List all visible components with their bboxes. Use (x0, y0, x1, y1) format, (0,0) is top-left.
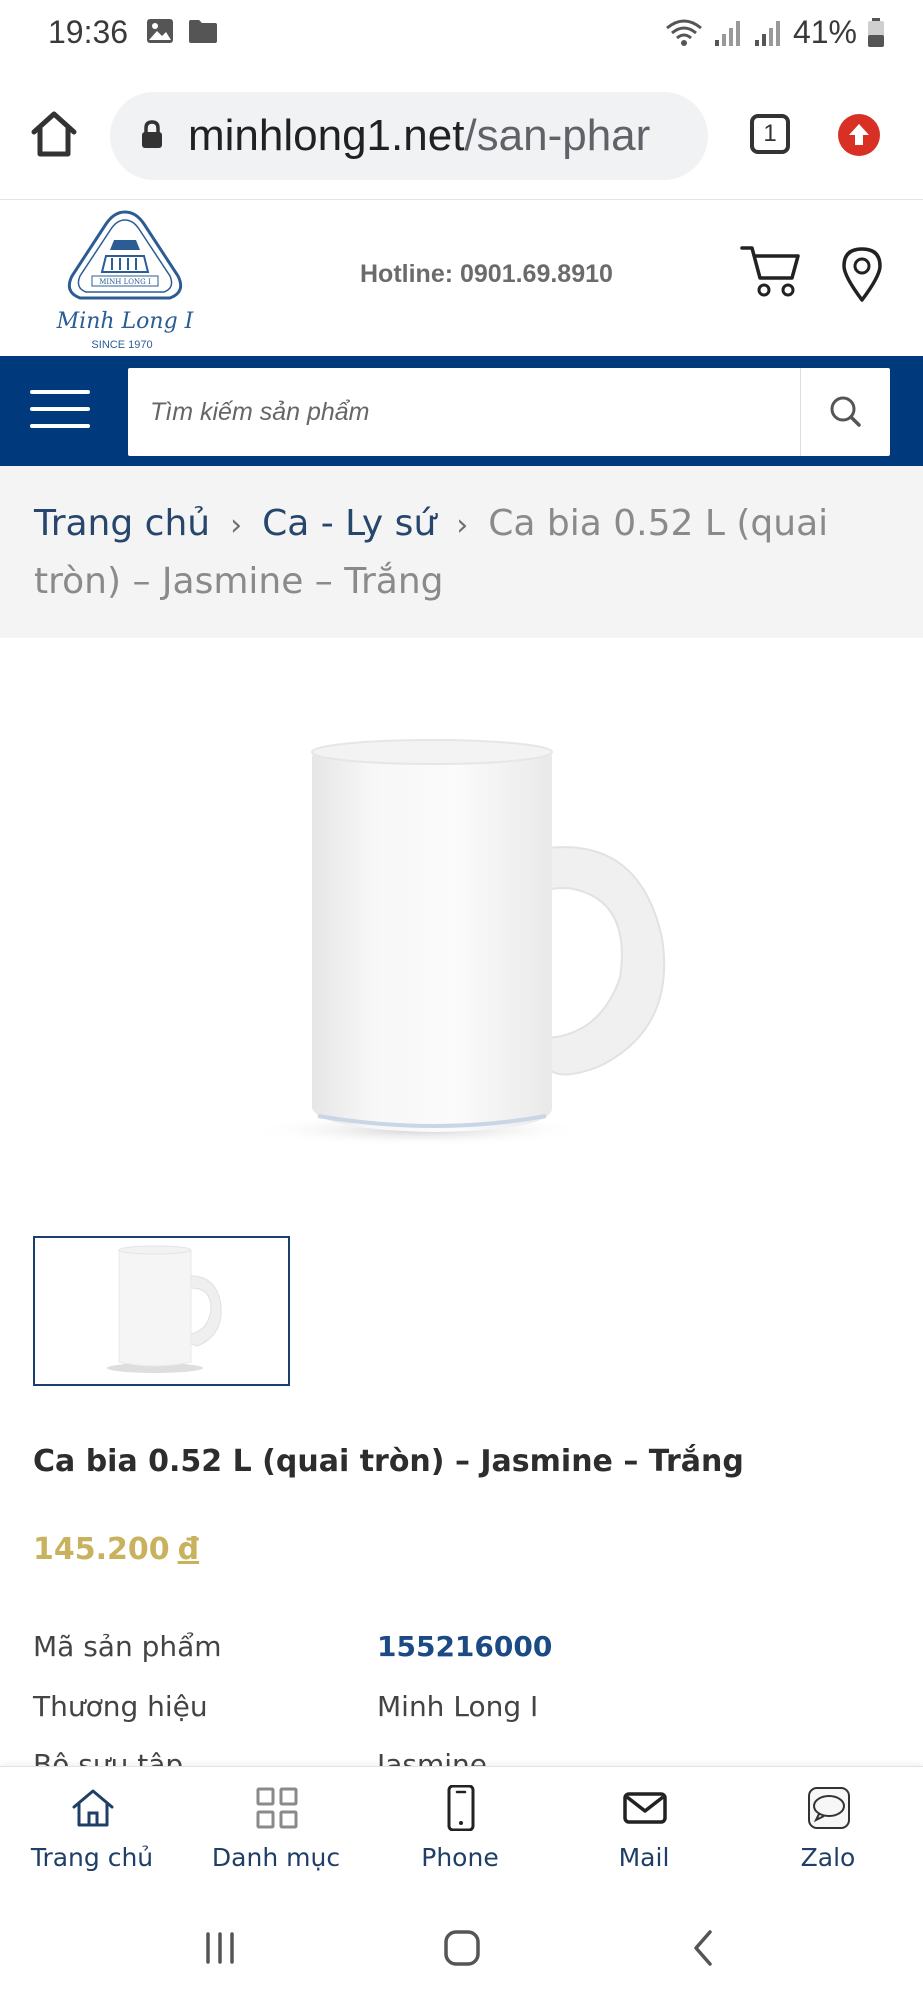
spec-row-sku: Mã sản phẩm 155216000 (33, 1630, 893, 1690)
hamburger-menu-button[interactable] (30, 390, 90, 432)
battery-icon (868, 17, 884, 47)
minh-long-logo[interactable]: MINH LONG I Minh Long I SINCE 1970 (40, 206, 210, 352)
back-icon[interactable] (684, 1928, 724, 1968)
chevron-right-icon: › (230, 508, 243, 543)
menu-line (30, 390, 90, 394)
signal-icon (714, 20, 740, 46)
status-system-icons: 41% (665, 14, 885, 51)
menu-line (30, 424, 90, 428)
arrow-up-icon (849, 124, 869, 145)
recent-apps-icon[interactable] (200, 1928, 240, 1968)
zalo-icon (808, 1787, 850, 1829)
home-icon (72, 1789, 114, 1827)
address-bar[interactable]: minhlong1.net/san-phar (110, 92, 708, 180)
nav-mail-label: Mail (618, 1843, 670, 1872)
spec-label: Thương hiệu (33, 1690, 208, 1723)
nav-phone[interactable]: Phone (368, 1767, 552, 1895)
status-notification-icons (146, 18, 218, 44)
location-pin-icon[interactable] (840, 246, 884, 302)
logo-script: Minh Long I (56, 309, 195, 334)
logo-text: MINH LONG I (99, 278, 151, 286)
grid-icon (256, 1787, 298, 1829)
update-button[interactable] (838, 114, 880, 156)
nav-category[interactable]: Danh mục (184, 1767, 368, 1895)
image-icon (147, 19, 173, 43)
nav-mail[interactable]: Mail (552, 1767, 736, 1895)
status-bar: 19:36 41% (0, 0, 923, 72)
search-button[interactable] (800, 368, 890, 456)
nav-phone-label: Phone (421, 1843, 499, 1872)
home-button-icon[interactable] (442, 1928, 482, 1968)
product-main-image[interactable] (0, 638, 923, 1208)
nav-zalo-label: Zalo (800, 1843, 856, 1872)
lock-icon (142, 120, 162, 148)
signal-icon (754, 20, 780, 46)
url-text: minhlong1.net/san-phar (188, 111, 650, 161)
mail-icon (623, 1792, 667, 1824)
spec-row-brand: Thương hiệu Minh Long I (33, 1690, 893, 1750)
nav-home[interactable]: Trang chủ (0, 1767, 184, 1895)
breadcrumb-home[interactable]: Trang chủ (34, 503, 210, 544)
wifi-icon (666, 19, 702, 46)
logo-since: SINCE 1970 (91, 339, 152, 351)
hotline-text[interactable]: Hotline: 0901.69.8910 (360, 260, 613, 289)
chevron-right-icon: › (456, 508, 469, 543)
cart-icon[interactable] (740, 244, 802, 300)
status-time: 19:36 (48, 14, 129, 50)
nav-home-label: Trang chủ (30, 1843, 154, 1872)
android-navigation-bar (0, 1894, 923, 2000)
product-title: Ca bia 0.52 L (quai tròn) – Jasmine – Tr… (33, 1444, 744, 1479)
product-price: 145.200 đ (33, 1532, 199, 1567)
home-icon[interactable] (28, 108, 80, 160)
breadcrumb-category[interactable]: Ca - Ly sứ (262, 503, 436, 544)
spec-value: 155216000 (377, 1630, 553, 1663)
spec-label: Mã sản phẩm (33, 1630, 222, 1663)
search-nav-bar (0, 356, 923, 466)
folder-icon (189, 20, 217, 43)
url-path: /san-phar (464, 111, 651, 160)
price-value: 145.200 (33, 1532, 170, 1567)
search-input[interactable] (150, 368, 800, 456)
site-header: MINH LONG I Minh Long I SINCE 1970 Hotli… (0, 200, 923, 356)
mug-thumbnail-image (107, 1245, 222, 1373)
price-currency: đ (177, 1532, 200, 1567)
mug-image (250, 739, 666, 1146)
search-box (128, 368, 890, 456)
bottom-navigation: Trang chủ Danh mục Phone Mail Zalo (0, 1766, 923, 1894)
search-icon (830, 396, 861, 427)
battery-percent: 41% (792, 14, 857, 50)
spec-value: Minh Long I (377, 1690, 539, 1723)
url-domain: minhlong1.net (188, 111, 465, 160)
product-thumbnail[interactable] (33, 1236, 290, 1386)
phone-icon (447, 1785, 475, 1831)
nav-category-label: Danh mục (211, 1843, 341, 1872)
menu-line (30, 407, 90, 411)
browser-toolbar: minhlong1.net/san-phar 1 (0, 72, 923, 200)
tab-switcher-button[interactable]: 1 (750, 114, 790, 154)
nav-zalo[interactable]: Zalo (736, 1767, 920, 1895)
breadcrumb: Trang chủ › Ca - Ly sứ › Ca bia 0.52 L (quai… (0, 466, 923, 638)
